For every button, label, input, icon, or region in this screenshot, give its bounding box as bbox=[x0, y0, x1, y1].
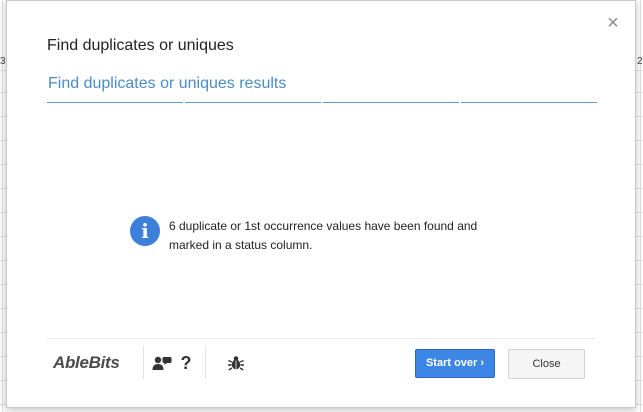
dialog-title: Find duplicates or uniques bbox=[47, 37, 234, 54]
footer-divider bbox=[47, 338, 595, 339]
cell-fragment-right: 2 bbox=[637, 56, 643, 67]
find-duplicates-dialog: × Find duplicates or uniques Find duplic… bbox=[6, 0, 636, 408]
step-segment bbox=[323, 102, 459, 103]
close-icon[interactable]: × bbox=[605, 13, 621, 33]
step-segment bbox=[185, 102, 321, 103]
step-progress-bar bbox=[47, 102, 597, 104]
bug-report-icon[interactable] bbox=[225, 352, 247, 374]
help-icon[interactable]: ? bbox=[175, 352, 197, 374]
start-over-label: Start over bbox=[425, 357, 478, 369]
info-icon: i bbox=[130, 216, 160, 246]
close-button[interactable]: Close bbox=[508, 349, 585, 379]
chevron-right-icon: › bbox=[480, 357, 485, 369]
footer-separator bbox=[143, 346, 144, 379]
result-message: 6 duplicate or 1st occurrence values hav… bbox=[169, 219, 478, 252]
feedback-icon[interactable] bbox=[151, 352, 173, 374]
start-over-button[interactable]: Start over › bbox=[415, 349, 495, 378]
ablebits-logo[interactable]: AbleBits bbox=[53, 353, 120, 373]
results-step-title: Find duplicates or uniques results bbox=[48, 75, 287, 92]
step-segment bbox=[47, 102, 183, 103]
step-segment bbox=[461, 102, 597, 103]
cell-fragment-left: 3 bbox=[0, 56, 6, 67]
footer-separator bbox=[205, 346, 206, 379]
